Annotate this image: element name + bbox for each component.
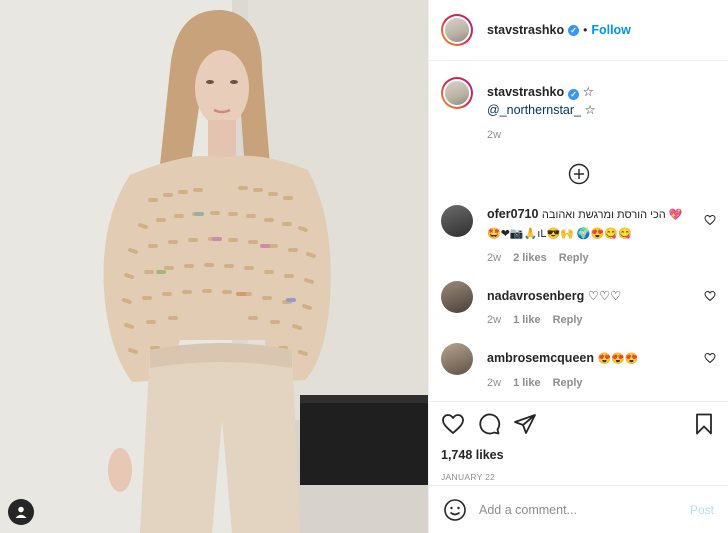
photo-image (0, 0, 428, 533)
smiley-icon[interactable] (443, 498, 467, 522)
post-side-panel: stavstrashko ✓ • Follow stavstrashko ✓ ☆ … (428, 0, 728, 533)
verified-badge-icon: ✓ (568, 24, 580, 36)
post-actions: 1,748 likes JANUARY 22 (429, 401, 728, 485)
caption-prefix: ☆ (582, 85, 594, 99)
comment-avatar[interactable] (441, 205, 473, 237)
comment-username[interactable]: nadavrosenberg (487, 289, 584, 303)
comment-icon[interactable] (477, 412, 501, 436)
comment-likes[interactable]: 1 like (513, 377, 541, 389)
comment-item: ofer0710 הכי הורסת ומרגשת ואהובה 💖🤩❤📷🙏ıL… (441, 205, 716, 264)
comments-list[interactable]: stavstrashko ✓ ☆ @_northernstar_ ☆ 2w ofe… (429, 61, 728, 401)
user-tag-icon[interactable] (8, 499, 34, 525)
comment-avatar[interactable] (441, 343, 473, 375)
plus-circle-icon[interactable] (568, 163, 590, 185)
heart-icon[interactable] (441, 412, 465, 436)
caption-suffix: ☆ (581, 103, 596, 117)
reply-button[interactable]: Reply (553, 314, 583, 326)
post-comment-button[interactable]: Post (690, 503, 714, 517)
reply-button[interactable]: Reply (553, 377, 583, 389)
caption-time[interactable]: 2w (487, 129, 501, 141)
add-comment-bar: Post (429, 485, 728, 533)
follow-button[interactable]: Follow (591, 23, 631, 37)
comment-avatar[interactable] (441, 281, 473, 313)
separator-dot: • (583, 23, 588, 37)
caption-mention[interactable]: @_northernstar_ (487, 103, 581, 117)
comment-time[interactable]: 2w (487, 252, 501, 264)
bookmark-icon[interactable] (692, 412, 716, 436)
author-avatar[interactable] (441, 14, 473, 46)
comment-item: ambrosemcqueen 😍😍😍 2w 1 like Reply (441, 343, 716, 389)
post-photo[interactable] (0, 0, 428, 533)
reply-button[interactable]: Reply (559, 252, 589, 264)
action-icons (441, 410, 716, 438)
caption-username[interactable]: stavstrashko (487, 85, 564, 99)
comment-like-heart-icon[interactable] (704, 214, 716, 226)
comment-likes[interactable]: 1 like (513, 314, 541, 326)
verified-badge-icon: ✓ (568, 89, 580, 100)
comment-time[interactable]: 2w (487, 377, 501, 389)
paper-plane-icon[interactable] (513, 412, 537, 436)
comment-item: nadavrosenberg ♡♡♡ 2w 1 like Reply (441, 281, 716, 326)
comment-likes[interactable]: 2 likes (513, 252, 547, 264)
comment-time[interactable]: 2w (487, 314, 501, 326)
comment-text: ♡♡♡ (587, 289, 622, 303)
caption: stavstrashko ✓ ☆ @_northernstar_ ☆ 2w (441, 77, 716, 141)
comment-username[interactable]: ambrosemcqueen (487, 351, 594, 365)
author-username[interactable]: stavstrashko (487, 23, 564, 37)
comment-input[interactable] (479, 502, 690, 517)
caption-avatar[interactable] (441, 77, 473, 109)
comment-like-heart-icon[interactable] (704, 290, 716, 302)
post-header: stavstrashko ✓ • Follow (429, 0, 728, 61)
post-date[interactable]: JANUARY 22 (441, 472, 716, 482)
comment-username[interactable]: ofer0710 (487, 207, 538, 221)
load-more-comments[interactable] (441, 163, 716, 185)
likes-count[interactable]: 1,748 likes (441, 448, 716, 462)
comment-text: 😍😍😍 (597, 353, 639, 365)
comment-like-heart-icon[interactable] (704, 352, 716, 364)
